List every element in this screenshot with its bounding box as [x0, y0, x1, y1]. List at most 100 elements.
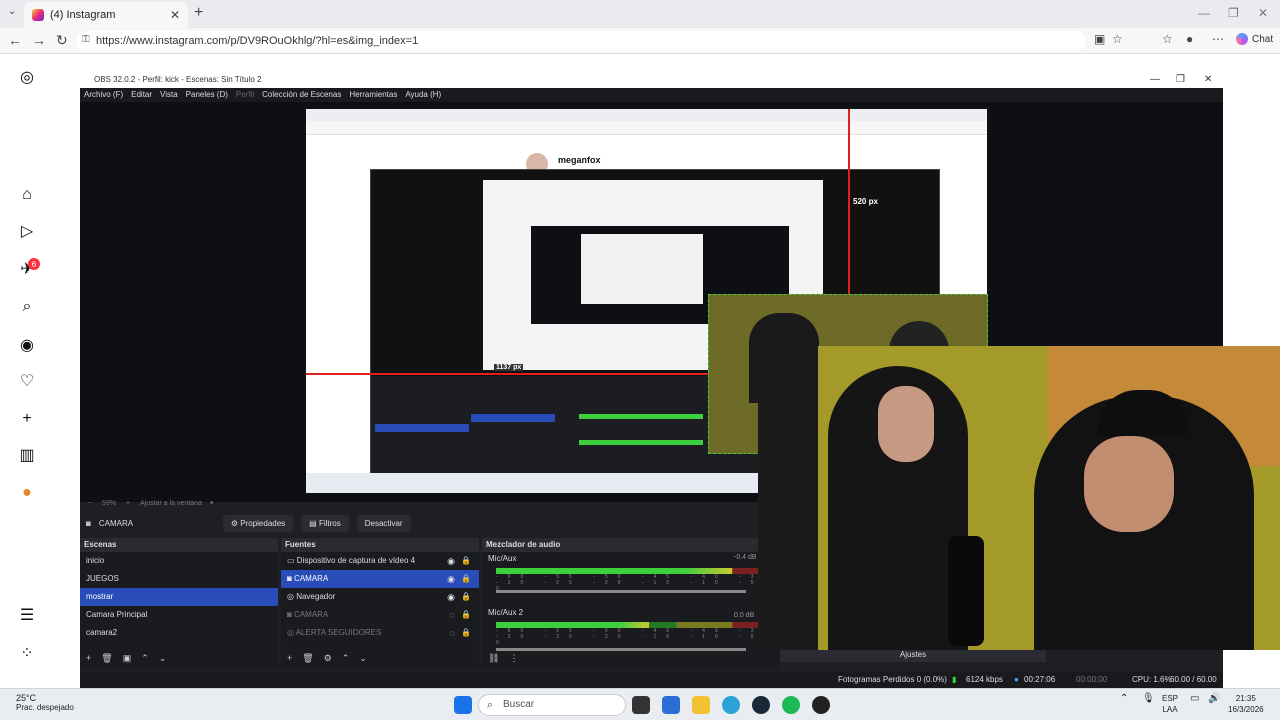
store-icon[interactable] — [662, 696, 680, 714]
settings-button[interactable]: Ajustes — [780, 648, 1046, 662]
new-tab-icon[interactable]: + — [194, 4, 203, 22]
lock-icon[interactable]: 🔒 — [461, 588, 471, 606]
hidden-eye-icon[interactable]: ◌ — [450, 606, 455, 624]
volume-icon[interactable]: 🔊 — [1208, 693, 1220, 704]
menu-herramientas[interactable]: Herramientas — [349, 88, 397, 102]
zoom-out-icon[interactable]: − — [88, 500, 92, 507]
visibility-eye-icon[interactable]: ◉ — [447, 588, 455, 606]
source-item[interactable]: ◎ Navegador ◉ 🔒 — [281, 588, 479, 606]
menu-editar[interactable]: Editar — [131, 88, 152, 102]
weather-widget[interactable]: 25°C Prac. despejado — [16, 693, 74, 712]
taskbar-search[interactable]: ⌕ Buscar — [478, 694, 626, 716]
mixer-menu-icon[interactable]: ⋮ — [509, 653, 518, 664]
start-icon[interactable] — [454, 696, 472, 714]
explore-icon[interactable]: ◉ — [18, 336, 36, 354]
zoom-in-icon[interactable]: + — [126, 500, 130, 507]
forward-icon[interactable]: → — [32, 32, 46, 48]
task-view-icon[interactable] — [632, 696, 650, 714]
fit-dropdown-icon[interactable]: ▾ — [210, 500, 214, 507]
network-icon[interactable]: ▭ — [1190, 693, 1199, 704]
move-up-icon[interactable]: ⌃ — [141, 653, 149, 664]
filters-button[interactable]: ▤ Filtros — [301, 514, 349, 532]
file-explorer-icon[interactable] — [692, 696, 710, 714]
scene-item[interactable]: JUEGOS — [80, 570, 278, 588]
tab-actions-icon[interactable]: ⌄ — [8, 6, 16, 17]
menu-vista[interactable]: Vista — [160, 88, 178, 102]
home-icon[interactable]: ⌂ — [18, 186, 36, 204]
mixer-link-icon[interactable]: ⛓ — [488, 653, 499, 664]
move-down-icon[interactable]: ⌄ — [359, 653, 367, 664]
scene-item[interactable]: Camara Principal — [80, 606, 278, 624]
menu-ayuda[interactable]: Ayuda (H) — [405, 88, 441, 102]
move-up-icon[interactable]: ⌃ — [342, 653, 350, 664]
obs-close-icon[interactable]: ✕ — [1204, 72, 1212, 88]
favorites-icon[interactable]: ☆ — [1162, 32, 1173, 46]
close-tab-icon[interactable]: ✕ — [170, 8, 180, 22]
split-screen-icon[interactable]: ▣ — [1094, 32, 1105, 46]
source-item-selected[interactable]: ◙ CAMARA ◉ 🔒 — [281, 570, 479, 588]
obs-maximize-icon[interactable]: ❐ — [1176, 72, 1185, 88]
volume-slider[interactable] — [496, 648, 746, 651]
zoom-value[interactable]: 59% — [102, 500, 116, 507]
language-indicator[interactable]: ESP LAA — [1162, 693, 1178, 715]
visibility-eye-icon[interactable]: ◉ — [447, 552, 455, 570]
move-down-icon[interactable]: ⌄ — [159, 653, 167, 664]
visibility-eye-icon[interactable]: ◉ — [447, 570, 455, 588]
more-menu-icon[interactable]: ☰ — [18, 606, 36, 624]
scene-filters-icon[interactable]: ▣ — [123, 653, 132, 664]
source-item[interactable]: ◙ CAMARA ◌ 🔒 — [281, 606, 479, 624]
menu-perfil[interactable]: Perfil — [236, 88, 254, 102]
notifications-heart-icon[interactable]: ♡ — [18, 372, 36, 390]
remove-scene-icon[interactable]: 🗑 — [101, 653, 112, 664]
volume-slider[interactable] — [496, 590, 746, 593]
menu-archivo[interactable]: Archivo (F) — [84, 88, 123, 102]
close-window-icon[interactable]: ✕ — [1258, 6, 1268, 20]
source-item[interactable]: ▭ Dispositivo de captura de vídeo 4 ◉ 🔒 — [281, 552, 479, 570]
spotify-icon[interactable] — [782, 696, 800, 714]
refresh-icon[interactable]: ↻ — [56, 32, 68, 49]
address-bar[interactable]: ⚿ https://www.instagram.com/p/DV9ROuOkhl… — [76, 31, 1086, 51]
scene-item[interactable]: camara2 — [80, 624, 278, 642]
site-info-icon[interactable]: ⚿ — [82, 34, 90, 45]
hidden-eye-icon[interactable]: ◌ — [450, 624, 455, 642]
add-scene-icon[interactable]: + — [86, 653, 91, 664]
dashboard-icon[interactable]: ▥ — [18, 446, 36, 464]
tab-instagram[interactable]: (4) Instagram ✕ — [24, 2, 188, 28]
copilot-chat-button[interactable]: Chat — [1236, 33, 1273, 45]
create-icon[interactable]: + — [18, 410, 36, 428]
microphone-icon[interactable]: 🎙 — [1142, 693, 1155, 704]
lock-icon[interactable]: 🔒 — [461, 570, 471, 588]
back-icon[interactable]: ← — [8, 32, 22, 48]
add-source-icon[interactable]: + — [287, 653, 292, 664]
tray-overflow-icon[interactable]: ⌃ — [1120, 693, 1128, 704]
profile-icon[interactable]: ● — [18, 484, 36, 502]
obs-minimize-icon[interactable]: — — [1150, 72, 1160, 88]
favorite-star-icon[interactable]: ☆ — [1112, 32, 1123, 46]
edge-icon[interactable] — [722, 696, 740, 714]
maximize-icon[interactable]: ❐ — [1228, 6, 1239, 20]
menu-paneles[interactable]: Paneles (D) — [186, 88, 228, 102]
clock[interactable]: 21:35 16/3/2026 — [1228, 693, 1264, 715]
reels-icon[interactable]: ▷ — [18, 222, 36, 240]
scene-item-selected[interactable]: mostrar — [80, 588, 278, 606]
deactivate-button[interactable]: Desactivar — [356, 514, 411, 532]
steam-icon[interactable] — [752, 696, 770, 714]
obs-icon[interactable] — [812, 696, 830, 714]
minimize-icon[interactable]: — — [1198, 6, 1210, 20]
source-settings-icon[interactable]: ⚙ — [324, 653, 332, 664]
source-item[interactable]: ◎ ALERTA SEGUIDORES ◌ 🔒 — [281, 624, 479, 642]
instagram-logo-icon[interactable]: ◎ — [18, 68, 36, 86]
search-icon[interactable]: ⌕ — [18, 298, 36, 316]
audio-meter-level — [496, 622, 649, 628]
remove-source-icon[interactable]: 🗑 — [302, 653, 313, 664]
menu-coleccion[interactable]: Colección de Escenas — [262, 88, 341, 102]
profile-avatar-icon[interactable]: ● — [1186, 32, 1193, 46]
scene-item[interactable]: inicio — [80, 552, 278, 570]
properties-button[interactable]: ⚙ Propiedades — [222, 514, 294, 532]
lock-icon[interactable]: 🔒 — [461, 552, 471, 570]
more-menu-icon[interactable]: ⋯ — [1212, 32, 1224, 46]
lock-icon[interactable]: 🔒 — [461, 624, 471, 642]
lock-icon[interactable]: 🔒 — [461, 606, 471, 624]
also-from-meta-icon[interactable]: ⁘ — [18, 644, 36, 662]
fit-window-text[interactable]: Ajustar a la ventana — [140, 500, 202, 507]
